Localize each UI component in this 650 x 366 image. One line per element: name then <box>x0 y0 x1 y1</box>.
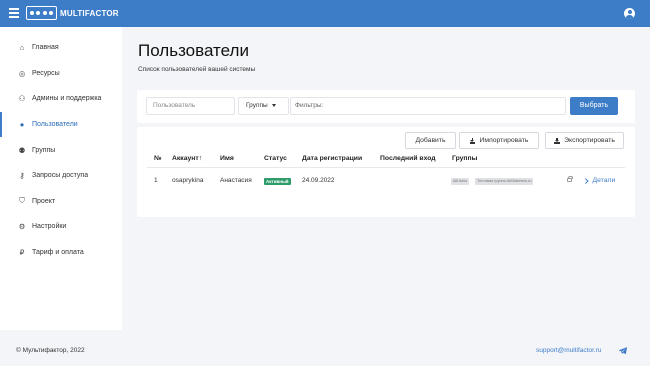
footer: © Мультифактор, 2022 support@multifactor… <box>0 330 650 366</box>
key-icon: ⚷ <box>19 171 25 181</box>
top-bar: MULTIFACTOR <box>0 0 650 27</box>
details-label: Детали <box>592 177 616 184</box>
support-email-link[interactable]: support@multifactor.ru <box>536 347 602 354</box>
sidebar-item-home[interactable]: ⌂ Главная <box>0 35 122 61</box>
cell-account: osaprykina <box>172 177 204 184</box>
filters-input[interactable]: Фильтры: <box>290 97 566 115</box>
page-subtitle: Список пользователей вашей системы <box>138 66 256 73</box>
sidebar-item-label: Тариф и оплата <box>32 249 84 257</box>
user-filter-input[interactable]: Пользователь <box>146 97 235 115</box>
details-link[interactable]: Детали <box>583 177 616 184</box>
sidebar-item-resources[interactable]: ◎ Ресурсы <box>0 61 122 87</box>
sidebar-item-label: Проект <box>32 197 56 205</box>
column-header-name: Имя <box>220 155 234 162</box>
groups-dropdown-label: Группы <box>246 102 268 109</box>
sidebar: ⌂ Главная ◎ Ресурсы ⚇ Админы и поддержка… <box>0 27 122 330</box>
sidebar-item-label: Группы <box>32 146 56 154</box>
import-label: Импортировать <box>479 137 529 144</box>
sidebar-item-admins[interactable]: ⚇ Админы и поддержка <box>0 86 122 112</box>
download-icon <box>554 137 560 144</box>
header-divider <box>147 167 625 168</box>
cell-registered: 24.09.2022 <box>302 177 335 184</box>
group-tag: AllUsers <box>451 178 470 185</box>
gear-icon: ⚙ <box>18 222 26 232</box>
logo-mark <box>26 6 57 20</box>
sidebar-item-label: Ресурсы <box>32 69 60 77</box>
download-icon <box>469 137 476 144</box>
select-button[interactable]: Выбрать <box>570 97 618 115</box>
sidebar-item-label: Главная <box>32 44 59 52</box>
export-label: Экспортировать <box>564 137 615 144</box>
copyright: © Мультифактор, 2022 <box>16 347 85 354</box>
sidebar-item-label: Настройки <box>32 223 67 231</box>
telegram-icon[interactable] <box>619 347 627 354</box>
shield-icon: ⛉ <box>19 196 25 206</box>
chevron-right-icon <box>583 178 589 183</box>
export-button[interactable]: Экспортировать <box>545 132 624 149</box>
sidebar-item-label: Пользователи <box>32 121 78 129</box>
column-header-status: Статус <box>264 155 287 162</box>
globe-icon: ◎ <box>18 68 26 78</box>
group-tag: Тестовая группа AirMaketers.ru <box>475 178 534 185</box>
logo-text: MULTIFACTOR <box>60 8 119 18</box>
users-icon: ⚉ <box>18 145 26 155</box>
caret-down-icon <box>271 103 276 107</box>
groups-dropdown[interactable]: Группы <box>238 97 289 115</box>
main-content: Пользователи Список пользователей вашей … <box>122 27 650 330</box>
status-badge: Активный <box>264 178 291 185</box>
sidebar-item-users[interactable]: ● Пользователи <box>0 111 122 138</box>
sidebar-item-label: Админы и поддержка <box>32 95 102 103</box>
cell-number: 1 <box>154 177 158 184</box>
sidebar-item-settings[interactable]: ⚙ Настройки <box>0 214 122 240</box>
sidebar-item-groups[interactable]: ⚉ Группы <box>0 137 122 163</box>
logo[interactable]: MULTIFACTOR <box>26 6 119 20</box>
filter-bar: Пользователь Группы Фильтры: Выбрать <box>137 90 635 123</box>
users-table-card: Добавить Импортировать Экспортировать № … <box>137 127 635 217</box>
column-header-number: № <box>154 155 162 162</box>
sidebar-item-project[interactable]: ⛉ Проект <box>0 189 122 215</box>
cell-name: Анастасия <box>220 177 252 184</box>
column-header-last-login: Последний вход <box>380 155 436 162</box>
column-header-account[interactable]: Аккаунт↑ <box>172 155 202 162</box>
account-icon[interactable] <box>624 8 635 19</box>
user-gear-icon: ⚇ <box>18 94 26 104</box>
column-header-groups: Группы <box>452 155 478 162</box>
column-header-registered: Дата регистрации <box>302 155 363 162</box>
menu-icon[interactable] <box>9 8 19 18</box>
add-user-button[interactable]: Добавить <box>405 132 456 149</box>
sidebar-item-label: Запросы доступа <box>32 172 89 180</box>
sidebar-item-access-requests[interactable]: ⚷ Запросы доступа <box>0 163 122 189</box>
lock-icon[interactable] <box>567 176 573 182</box>
home-icon: ⌂ <box>19 43 25 53</box>
ruble-icon: ₽ <box>19 248 25 258</box>
import-button[interactable]: Импортировать <box>459 132 539 149</box>
page-title: Пользователи <box>138 41 249 60</box>
sidebar-item-billing[interactable]: ₽ Тариф и оплата <box>0 240 122 266</box>
user-icon: ● <box>19 120 25 130</box>
